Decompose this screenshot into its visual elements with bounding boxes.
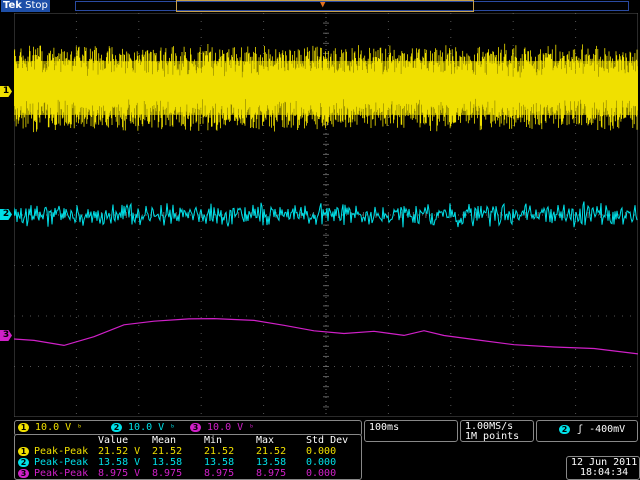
meas-max: 21.52 xyxy=(256,446,287,457)
meas-max: 8.975 xyxy=(256,468,287,479)
ch1-scale: 10.0 V xyxy=(35,422,72,433)
ch2-badge: 2 xyxy=(111,423,122,432)
meas-std: 0.000 xyxy=(306,468,337,479)
meas-min: 8.975 xyxy=(204,468,235,479)
trigger-position-icon[interactable]: ▼ xyxy=(320,0,325,10)
ch1-badge: 1 xyxy=(18,447,29,456)
meas-mean: 13.58 xyxy=(152,457,183,468)
meas-value: 13.58 V xyxy=(98,457,141,468)
table-row[interactable]: 2 Peak-Peak 13.58 V 13.58 13.58 13.58 0.… xyxy=(15,457,361,468)
bandwidth-limit-icon: ᵇ xyxy=(249,423,255,432)
header-value: Value xyxy=(98,435,129,446)
timebase-value: 100ms xyxy=(369,422,400,433)
brand-status-label: Tek Stop xyxy=(1,0,50,12)
trigger-level: -400mV xyxy=(589,424,626,435)
meas-value: 21.52 V xyxy=(98,446,141,457)
ch3-badge: 3 xyxy=(190,423,201,432)
meas-mean: 8.975 xyxy=(152,468,183,479)
measurement-table[interactable]: Value Mean Min Max Std Dev 1 Peak-Peak 2… xyxy=(14,434,362,480)
meas-std: 0.000 xyxy=(306,446,337,457)
header-min: Min xyxy=(204,435,223,446)
table-row[interactable]: 3 Peak-Peak 8.975 V 8.975 8.975 8.975 0.… xyxy=(15,468,361,479)
bandwidth-limit-icon: ᵇ xyxy=(170,423,176,432)
time: 18:04:34 xyxy=(580,467,629,478)
waveform-graticule[interactable] xyxy=(14,13,638,417)
meas-max: 13.58 xyxy=(256,457,287,468)
ch1-badge: 1 xyxy=(18,423,29,432)
record-length-value: 1M points xyxy=(465,431,520,442)
channel-3-marker[interactable]: 3 xyxy=(0,330,12,341)
meas-name: Peak-Peak xyxy=(34,457,89,468)
channel-1-core xyxy=(14,61,638,115)
meas-value: 8.975 V xyxy=(98,468,141,479)
trigger-source-badge: 2 xyxy=(559,425,570,434)
bandwidth-limit-icon: ᵇ xyxy=(77,423,83,432)
meas-min: 21.52 xyxy=(204,446,235,457)
ch3-badge: 3 xyxy=(18,469,29,478)
channel-2-marker[interactable]: 2 xyxy=(0,209,12,220)
top-status-bar: Tek Stop ▼ xyxy=(0,0,640,12)
header-std-dev: Std Dev xyxy=(306,435,349,446)
header-mean: Mean xyxy=(152,435,177,446)
brand-logo: Tek xyxy=(3,0,22,11)
rising-edge-icon: ʃ xyxy=(577,424,584,435)
meas-std: 0.000 xyxy=(306,457,337,468)
channel-1-marker[interactable]: 1 xyxy=(0,86,12,97)
timebase-readout[interactable]: 100ms xyxy=(364,420,458,442)
meas-mean: 21.52 xyxy=(152,446,183,457)
ch3-scale: 10.0 V xyxy=(207,422,244,433)
meas-name: Peak-Peak xyxy=(34,446,89,457)
trigger-readout[interactable]: 2 ʃ -400mV xyxy=(536,420,638,442)
table-row[interactable]: 1 Peak-Peak 21.52 V 21.52 21.52 21.52 0.… xyxy=(15,446,361,457)
meas-min: 13.58 xyxy=(204,457,235,468)
ch2-scale: 10.0 V xyxy=(128,422,165,433)
meas-name: Peak-Peak xyxy=(34,468,89,479)
sample-rate-readout[interactable]: 1.00MS/s 1M points xyxy=(460,420,534,442)
acquisition-state: Stop xyxy=(25,0,48,11)
header-max: Max xyxy=(256,435,275,446)
date-time-readout: 12 Jun 2011 18:04:34 xyxy=(566,456,640,480)
ch2-badge: 2 xyxy=(18,458,29,467)
